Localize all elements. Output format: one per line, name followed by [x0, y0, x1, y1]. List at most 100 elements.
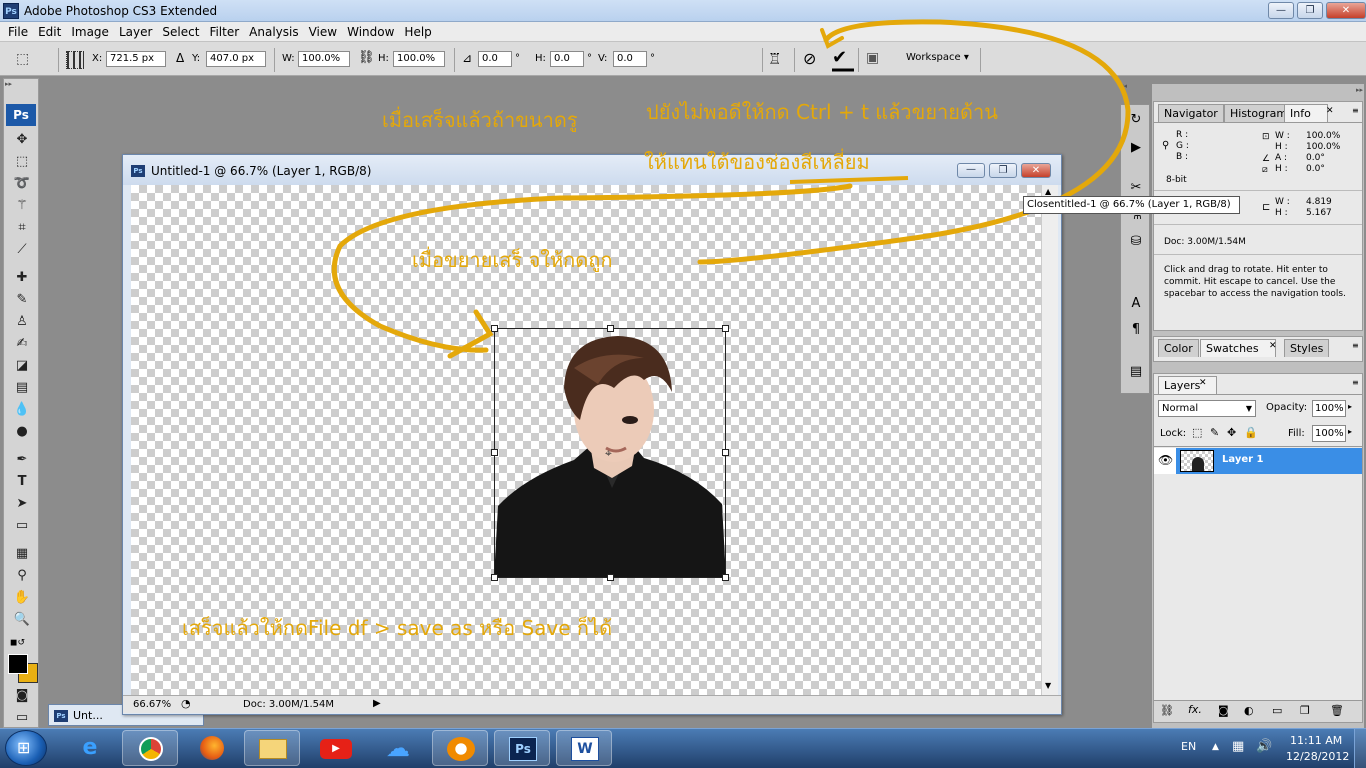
show-hidden-icons-icon[interactable]: ▲: [1212, 742, 1219, 752]
lock-image-icon[interactable]: ✎: [1210, 426, 1219, 439]
transform-handle[interactable]: [722, 325, 729, 332]
x-position-field[interactable]: 721.5 px: [106, 51, 166, 67]
start-button[interactable]: ⊞: [5, 730, 47, 766]
zoom-tool-icon[interactable]: 🔍: [11, 610, 33, 630]
tab-close-icon[interactable]: ✕: [1269, 341, 1277, 351]
commit-transform-checkmark-icon[interactable]: ✔: [832, 47, 847, 68]
lasso-tool-icon[interactable]: ➰: [11, 174, 33, 194]
clock-time[interactable]: 11:11 AM: [1290, 734, 1342, 747]
menu-view[interactable]: View: [304, 25, 342, 39]
transform-handle[interactable]: [491, 449, 498, 456]
tab-navigator[interactable]: Navigator: [1158, 104, 1224, 122]
tab-histogram[interactable]: Histogram: [1224, 104, 1294, 122]
panel-menu-icon[interactable]: ≡: [1352, 106, 1359, 115]
brush-tool-icon[interactable]: ✎: [11, 290, 33, 310]
transform-pivot-icon[interactable]: ⌖: [605, 446, 612, 461]
bridge-icon[interactable]: ▣: [866, 50, 879, 66]
scroll-up-arrow-icon[interactable]: ▲: [1045, 187, 1051, 196]
opacity-slider-arrow-icon[interactable]: ▸: [1348, 402, 1352, 411]
vertical-skew-field[interactable]: 0.0: [613, 51, 647, 67]
eyedropper-tool-icon[interactable]: ⚲: [11, 566, 33, 586]
opacity-field[interactable]: 100%: [1312, 400, 1346, 417]
lock-transparent-icon[interactable]: ⬚: [1192, 426, 1202, 439]
taskbar-ie-icon[interactable]: e: [62, 730, 118, 766]
show-desktop-button[interactable]: [1354, 729, 1366, 768]
blend-mode-select[interactable]: Normal ▼: [1158, 400, 1256, 417]
eraser-tool-icon[interactable]: ◪: [11, 356, 33, 376]
link-layers-icon[interactable]: ⛓: [1160, 704, 1174, 717]
menu-edit[interactable]: Edit: [33, 25, 66, 39]
link-icon[interactable]: ⛓: [358, 50, 375, 65]
lock-position-icon[interactable]: ✥: [1227, 426, 1236, 439]
tab-color[interactable]: Color: [1158, 339, 1199, 357]
panel-column-collapse-icon[interactable]: ▸▸: [1153, 86, 1363, 94]
warp-mode-icon[interactable]: ♖: [768, 50, 781, 68]
paragraph-panel-icon[interactable]: ¶: [1127, 321, 1145, 339]
tab-close-icon[interactable]: ✕: [1199, 378, 1207, 388]
zoom-level[interactable]: 66.67%: [133, 699, 171, 710]
panel-menu-icon[interactable]: ≡: [1352, 341, 1359, 350]
toolbox-collapse-icon[interactable]: ▸▸: [5, 80, 37, 88]
hand-tool-icon[interactable]: ✋: [11, 588, 33, 608]
toolbox-ps-logo[interactable]: Ps: [6, 104, 36, 126]
height-field[interactable]: 100.0%: [393, 51, 445, 67]
reference-point-icon[interactable]: [66, 51, 84, 69]
path-selection-tool-icon[interactable]: ➤: [11, 494, 33, 514]
network-icon[interactable]: ▦: [1232, 739, 1244, 754]
shape-tool-icon[interactable]: ▭: [11, 516, 33, 536]
photoshop-app-icon[interactable]: Ps: [3, 3, 19, 19]
document-maximize-button[interactable]: ❐: [989, 163, 1017, 178]
clone-stamp-tool-icon[interactable]: ♙: [11, 312, 33, 332]
maximize-button[interactable]: ❐: [1297, 2, 1323, 19]
tab-close-icon[interactable]: ✕: [1326, 106, 1334, 116]
history-panel-icon[interactable]: ↻: [1127, 111, 1145, 129]
notes-tool-icon[interactable]: ▦: [11, 544, 33, 564]
menu-window[interactable]: Window: [342, 25, 399, 39]
language-indicator[interactable]: EN: [1181, 740, 1196, 753]
slice-tool-icon[interactable]: ⟋: [11, 240, 33, 260]
dock-collapse-icon[interactable]: ◂◂: [1120, 82, 1150, 92]
taskbar-explorer-icon[interactable]: [244, 730, 300, 766]
layer-mask-icon[interactable]: ◙: [1218, 704, 1229, 717]
menu-select[interactable]: Select: [157, 25, 204, 39]
new-layer-icon[interactable]: ❐: [1300, 704, 1310, 717]
menu-file[interactable]: File: [3, 25, 33, 39]
character-panel-icon[interactable]: A: [1127, 295, 1145, 313]
lock-all-icon[interactable]: 🔒: [1244, 426, 1258, 439]
taskbar-skydrive-icon[interactable]: ☁: [370, 730, 426, 766]
blur-tool-icon[interactable]: 💧: [11, 400, 33, 420]
transform-handle[interactable]: [491, 574, 498, 581]
dodge-tool-icon[interactable]: ●: [11, 422, 33, 442]
taskbar-word-icon[interactable]: W: [556, 730, 612, 766]
layer-comps-panel-icon[interactable]: ▤: [1127, 363, 1145, 381]
width-field[interactable]: 100.0%: [298, 51, 350, 67]
y-position-field[interactable]: 407.0 px: [206, 51, 266, 67]
crop-tool-icon[interactable]: ⌗: [11, 218, 33, 238]
transform-handle[interactable]: [607, 325, 614, 332]
document-close-button[interactable]: ✕: [1021, 163, 1051, 178]
move-tool-preset-icon[interactable]: ⬚: [16, 51, 36, 67]
actions-panel-icon[interactable]: ▶: [1127, 139, 1145, 157]
new-group-icon[interactable]: ▭: [1272, 704, 1282, 717]
horizontal-skew-field[interactable]: 0.0: [550, 51, 584, 67]
volume-icon[interactable]: 🔊: [1256, 739, 1272, 754]
transform-handle[interactable]: [722, 574, 729, 581]
layer-style-icon[interactable]: fx.: [1188, 703, 1202, 716]
marquee-tool-icon[interactable]: ⬚: [11, 152, 33, 172]
scroll-down-arrow-icon[interactable]: ▼: [1045, 681, 1051, 690]
minimize-button[interactable]: —: [1268, 2, 1294, 19]
layer-row[interactable]: 👁 Layer 1: [1154, 448, 1362, 474]
type-tool-icon[interactable]: T: [11, 472, 33, 492]
workspace-menu[interactable]: Workspace ▾: [906, 52, 969, 63]
menu-help[interactable]: Help: [399, 25, 436, 39]
default-colors-icon[interactable]: ◼↺: [10, 638, 25, 648]
pen-tool-icon[interactable]: ✒: [11, 450, 33, 470]
layer-name[interactable]: Layer 1: [1222, 454, 1263, 465]
gradient-tool-icon[interactable]: ▤: [11, 378, 33, 398]
move-tool-icon[interactable]: ✥: [11, 130, 33, 150]
status-info-icon[interactable]: ◔: [181, 697, 191, 710]
close-button[interactable]: ✕: [1326, 2, 1366, 19]
adjustment-layer-icon[interactable]: ◐: [1244, 704, 1254, 717]
healing-brush-tool-icon[interactable]: ✚: [11, 268, 33, 288]
screen-mode-icon[interactable]: ▭: [11, 708, 33, 728]
